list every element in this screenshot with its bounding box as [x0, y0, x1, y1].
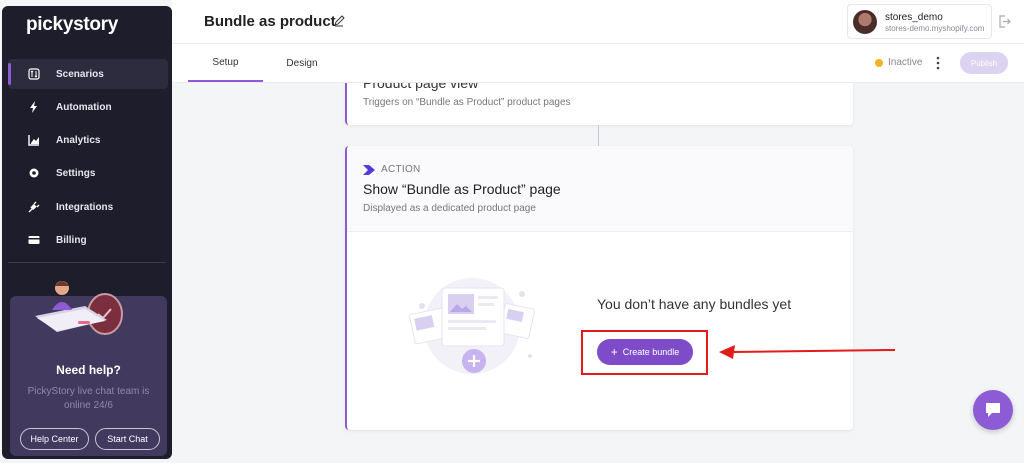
trigger-title: Product page view	[363, 83, 479, 91]
sidebar-item-label: Analytics	[56, 134, 101, 146]
support-illustration-icon	[35, 281, 123, 335]
sidebar-divider	[8, 262, 166, 263]
card-icon	[28, 234, 40, 246]
start-chat-button[interactable]: Start Chat	[95, 428, 160, 450]
help-card: Need help? PickyStory live chat team is …	[10, 281, 167, 456]
more-options-icon[interactable]	[935, 56, 941, 70]
flow-connector	[598, 125, 599, 146]
action-label: ACTION	[381, 164, 421, 175]
user-name: stores_demo	[885, 12, 943, 23]
chat-icon	[986, 403, 1000, 417]
sidebar: pickystory Scenarios Automation Analytic…	[2, 6, 172, 459]
action-card: ACTION Show “Bundle as Product” page Dis…	[345, 146, 853, 430]
trigger-card[interactable]: Product page view Triggers on “Bundle as…	[345, 83, 853, 125]
sidebar-item-label: Billing	[56, 234, 87, 246]
sidebar-item-label: Integrations	[56, 201, 114, 213]
bolt-icon	[28, 101, 40, 113]
help-subtitle: PickyStory live chat team is online 24/6	[27, 386, 150, 411]
tab-bar: Setup Design Inactive Publish	[172, 44, 1024, 83]
help-center-button[interactable]: Help Center	[20, 428, 89, 450]
sidebar-item-label: Automation	[56, 101, 112, 113]
action-subtitle: Displayed as a dedicated product page	[363, 203, 536, 214]
user-menu[interactable]: stores_demo stores-demo.myshopify.com	[847, 4, 992, 39]
logo[interactable]: pickystory	[26, 14, 118, 36]
plug-icon	[28, 201, 40, 213]
tab-setup[interactable]: Setup	[188, 44, 263, 82]
user-domain: stores-demo.myshopify.com	[885, 24, 985, 33]
action-title: Show “Bundle as Product” page	[363, 181, 561, 197]
scenarios-icon	[28, 68, 40, 80]
annotation-arrow-icon	[719, 345, 896, 359]
chart-icon	[28, 134, 40, 146]
help-title: Need help?	[56, 363, 121, 377]
tab-design[interactable]: Design	[266, 44, 338, 82]
sidebar-item-settings[interactable]: Settings	[8, 158, 168, 188]
top-bar: Bundle as product stores_demo stores-dem…	[172, 0, 1024, 44]
avatar	[853, 10, 877, 34]
publish-button[interactable]: Publish	[960, 52, 1008, 74]
sidebar-item-label: Settings	[56, 167, 96, 179]
gear-icon	[28, 167, 40, 179]
logout-icon[interactable]	[998, 15, 1011, 28]
action-header[interactable]: ACTION Show “Bundle as Product” page Dis…	[347, 146, 853, 232]
empty-bundles-illustration-icon	[409, 278, 535, 374]
annotation-highlight-box	[581, 330, 708, 375]
sidebar-item-scenarios[interactable]: Scenarios	[8, 59, 168, 89]
status-dot	[875, 59, 883, 67]
sidebar-item-automation[interactable]: Automation	[8, 92, 168, 122]
page-title: Bundle as product	[204, 13, 336, 30]
logo-text: pickystory	[26, 14, 119, 35]
pencil-icon[interactable]	[333, 15, 345, 27]
sidebar-item-analytics[interactable]: Analytics	[8, 125, 168, 155]
trigger-subtitle: Triggers on “Bundle as Product” product …	[363, 97, 571, 108]
sidebar-item-integrations[interactable]: Integrations	[8, 192, 168, 222]
action-arrow-icon	[363, 165, 375, 175]
sidebar-item-billing[interactable]: Billing	[8, 225, 168, 255]
status-text: Inactive	[888, 57, 923, 68]
sidebar-item-label: Scenarios	[56, 68, 104, 80]
live-chat-button[interactable]	[973, 390, 1013, 430]
empty-state-text: You don’t have any bundles yet	[597, 296, 792, 312]
